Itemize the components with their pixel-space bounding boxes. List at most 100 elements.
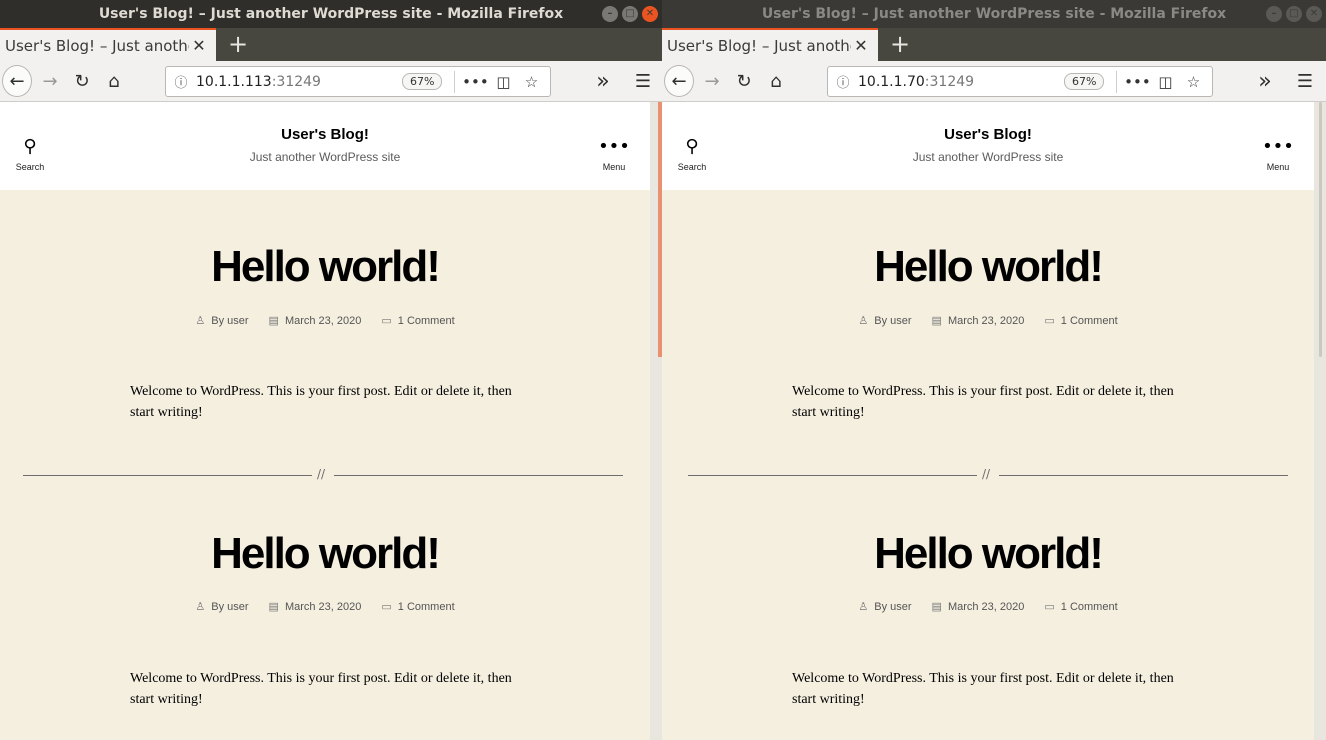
- post-author[interactable]: ♙ By user: [195, 600, 248, 614]
- reload-icon[interactable]: ↻: [730, 61, 758, 102]
- user-icon: ♙: [195, 601, 206, 613]
- pocket-icon[interactable]: ◫: [1151, 73, 1179, 91]
- url-port: :31249: [271, 73, 321, 90]
- zoom-level-button[interactable]: 67%: [402, 73, 443, 90]
- divider-line: [334, 475, 623, 476]
- url-bar[interactable]: ⓘ 10.1.1.70:31249 67% ••• ◫ ☆: [827, 66, 1213, 97]
- window-title: User's Blog! – Just another WordPress si…: [98, 6, 564, 22]
- tab-bar: User's Blog! – Just another W ✕ +: [662, 28, 1326, 61]
- minimize-icon[interactable]: –: [1266, 6, 1282, 22]
- site-header: ⚲ Search User's Blog! Just another WordP…: [662, 102, 1314, 190]
- url-host: 10.1.1.113: [196, 73, 272, 90]
- star-icon[interactable]: ☆: [1179, 73, 1207, 91]
- site-header: ⚲ Search User's Blog! Just another WordP…: [0, 102, 650, 190]
- tab-close-icon[interactable]: ✕: [851, 36, 871, 55]
- close-icon[interactable]: ✕: [642, 6, 658, 22]
- post-divider: //: [23, 467, 623, 481]
- site-title[interactable]: User's Blog!: [0, 126, 650, 143]
- comment-icon: ▭: [1044, 315, 1055, 327]
- post-meta: ♙ By user ▤ March 23, 2020 ▭ 1 Comment: [0, 600, 650, 614]
- info-icon[interactable]: ⓘ: [166, 72, 196, 91]
- post-comments[interactable]: ▭ 1 Comment: [1044, 314, 1117, 328]
- divider-line: [688, 475, 977, 476]
- maximize-icon[interactable]: □: [1286, 6, 1302, 22]
- page-content: ⚲ Search User's Blog! Just another WordP…: [0, 102, 650, 740]
- post-comments[interactable]: ▭ 1 Comment: [1044, 600, 1117, 614]
- url-text[interactable]: 10.1.1.113:31249: [196, 74, 402, 90]
- post-date[interactable]: ▤ March 23, 2020: [268, 600, 362, 614]
- tab-active[interactable]: User's Blog! – Just another W ✕: [0, 28, 216, 61]
- home-icon[interactable]: ⌂: [100, 61, 128, 102]
- more-dots-icon[interactable]: •••: [1123, 73, 1151, 91]
- new-tab-button[interactable]: +: [226, 31, 250, 57]
- post-body: Welcome to WordPress. This is your first…: [130, 671, 512, 707]
- tab-active[interactable]: User's Blog! – Just another W ✕: [662, 28, 878, 61]
- minimize-icon[interactable]: –: [602, 6, 618, 22]
- scrollbar-thumb[interactable]: [1319, 102, 1322, 357]
- post-meta: ♙ By user ▤ March 23, 2020 ▭ 1 Comment: [0, 314, 650, 328]
- user-icon: ♙: [195, 315, 206, 327]
- more-dots-icon: •••: [1262, 136, 1294, 157]
- post-author[interactable]: ♙ By user: [858, 314, 911, 328]
- browser-window-right: User's Blog! – Just another WordPress si…: [662, 0, 1326, 740]
- post-author[interactable]: ♙ By user: [858, 600, 911, 614]
- reload-icon[interactable]: ↻: [68, 61, 96, 102]
- navigation-bar: ← → ↻ ⌂ ⓘ 10.1.1.113:31249 67% ••• ◫ ☆ »…: [0, 61, 662, 102]
- post-comments[interactable]: ▭ 1 Comment: [381, 314, 454, 328]
- user-icon: ♙: [858, 315, 869, 327]
- back-arrow-icon[interactable]: ←: [664, 65, 694, 97]
- post-comments[interactable]: ▭ 1 Comment: [381, 600, 454, 614]
- post-title[interactable]: Hello world!: [0, 529, 650, 579]
- post-date[interactable]: ▤ March 23, 2020: [931, 314, 1025, 328]
- browser-window-left: User's Blog! – Just another WordPress si…: [0, 0, 662, 740]
- calendar-icon: ▤: [931, 601, 942, 613]
- more-dots-icon[interactable]: •••: [461, 73, 489, 91]
- pocket-icon[interactable]: ◫: [489, 73, 517, 91]
- tab-close-icon[interactable]: ✕: [189, 36, 209, 55]
- post-date[interactable]: ▤ March 23, 2020: [931, 600, 1025, 614]
- post-meta: ♙ By user ▤ March 23, 2020 ▭ 1 Comment: [662, 314, 1314, 328]
- comment-icon: ▭: [381, 315, 392, 327]
- close-icon[interactable]: ✕: [1306, 6, 1322, 22]
- info-icon[interactable]: ⓘ: [828, 72, 858, 91]
- url-separator: [454, 70, 456, 93]
- url-host: 10.1.1.70: [858, 73, 925, 90]
- forward-arrow-icon[interactable]: →: [36, 61, 64, 102]
- post-title[interactable]: Hello world!: [662, 529, 1314, 579]
- post-title[interactable]: Hello world!: [662, 242, 1314, 292]
- back-arrow-icon[interactable]: ←: [2, 65, 32, 97]
- maximize-icon[interactable]: □: [622, 6, 638, 22]
- hamburger-icon[interactable]: ☰: [1291, 61, 1319, 102]
- url-text[interactable]: 10.1.1.70:31249: [858, 74, 1064, 90]
- divider-line: [23, 475, 312, 476]
- menu-toggle-button[interactable]: ••• Menu: [592, 138, 636, 173]
- forward-arrow-icon[interactable]: →: [698, 61, 726, 102]
- window-controls: – □ ✕: [1266, 6, 1322, 22]
- comment-icon: ▭: [381, 601, 392, 613]
- calendar-icon: ▤: [931, 315, 942, 327]
- post-body: Welcome to WordPress. This is your first…: [130, 384, 512, 420]
- menu-toggle-button[interactable]: ••• Menu: [1256, 136, 1300, 173]
- url-bar[interactable]: ⓘ 10.1.1.113:31249 67% ••• ◫ ☆: [165, 66, 551, 97]
- star-icon[interactable]: ☆: [517, 73, 545, 91]
- home-icon[interactable]: ⌂: [762, 61, 790, 102]
- overflow-chevron-icon[interactable]: »: [1251, 61, 1279, 102]
- new-tab-button[interactable]: +: [888, 31, 912, 57]
- hamburger-icon[interactable]: ☰: [629, 61, 657, 102]
- zoom-level-button[interactable]: 67%: [1064, 73, 1105, 90]
- site-description: Just another WordPress site: [249, 150, 401, 164]
- post-author[interactable]: ♙ By user: [195, 314, 248, 328]
- site-title[interactable]: User's Blog!: [662, 126, 1314, 143]
- post-meta: ♙ By user ▤ March 23, 2020 ▭ 1 Comment: [662, 600, 1314, 614]
- post-title[interactable]: Hello world!: [0, 242, 650, 292]
- window-title: User's Blog! – Just another WordPress si…: [761, 6, 1227, 22]
- user-icon: ♙: [858, 601, 869, 613]
- overflow-chevron-icon[interactable]: »: [589, 61, 617, 102]
- site-description: Just another WordPress site: [912, 150, 1064, 164]
- menu-label: Menu: [602, 162, 626, 172]
- title-bar: User's Blog! – Just another WordPress si…: [662, 0, 1326, 28]
- post-date[interactable]: ▤ March 23, 2020: [269, 314, 362, 328]
- divider-symbol: //: [982, 467, 991, 481]
- post-divider: //: [688, 467, 1288, 481]
- calendar-icon: ▤: [268, 601, 279, 613]
